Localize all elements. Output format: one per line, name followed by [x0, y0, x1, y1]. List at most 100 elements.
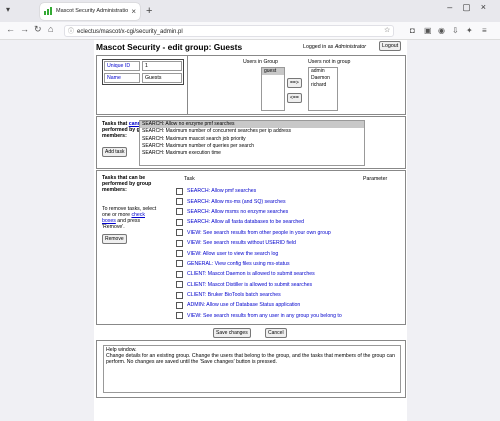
- task-checkbox[interactable]: [176, 250, 183, 258]
- list-item[interactable]: richard: [309, 82, 337, 89]
- task-link[interactable]: ADMIN: Allow use of Database Status appl…: [187, 302, 300, 308]
- list-item[interactable]: Daemon: [309, 75, 337, 82]
- users-in-group-label: Users in Group: [243, 59, 278, 65]
- browser-tab[interactable]: Mascot Security Administratio ×: [40, 3, 140, 20]
- puzzle-icon[interactable]: ✦: [466, 26, 473, 35]
- group-details-section: Unique ID 1 Name Guests Users in Group Use…: [96, 55, 406, 115]
- task-checkbox[interactable]: [176, 187, 183, 195]
- group-name-field[interactable]: Guests: [142, 73, 182, 83]
- window-controls[interactable]: –▢×: [447, 2, 496, 13]
- forward-icon[interactable]: →: [20, 24, 29, 34]
- task-checkbox[interactable]: [176, 281, 183, 289]
- reload-icon[interactable]: ↻: [34, 24, 42, 35]
- task-link[interactable]: SEARCH: Allow msms no enzyme searches: [187, 209, 288, 215]
- cancel-button[interactable]: Cancel: [265, 328, 287, 338]
- address-bar-row: ← → ↻ ⌂ ⓘ eclectus/mascot/x-cgi/security…: [0, 22, 500, 40]
- task-checkbox[interactable]: [176, 312, 183, 320]
- task-row: VIEW: See search results without USERID …: [176, 238, 396, 248]
- task-link[interactable]: VIEW: See search results without USERID …: [187, 240, 296, 246]
- name-label: Name: [104, 73, 140, 83]
- form-actions: Save changes Cancel: [96, 326, 406, 338]
- logged-in-status: Logged in as Administrator: [303, 44, 367, 50]
- task-link[interactable]: VIEW: See search results from any user i…: [187, 313, 342, 319]
- site-info-icon[interactable]: ⓘ: [68, 26, 74, 38]
- task-row: VIEW: Allow user to view the search log: [176, 248, 396, 258]
- users-in-group-list[interactable]: guest: [261, 67, 285, 111]
- logout-button[interactable]: Logout: [379, 41, 402, 51]
- home-icon[interactable]: ⌂: [48, 24, 53, 34]
- task-link[interactable]: SEARCH: Allow all fasta databases to be …: [187, 219, 304, 225]
- task-link[interactable]: VIEW: Allow user to view the search log: [187, 251, 278, 257]
- task-row: GENERAL: View config files using ms-stat…: [176, 259, 396, 269]
- task-link[interactable]: GENERAL: View config files using ms-stat…: [187, 261, 290, 267]
- tab-title: Mascot Security Administratio: [56, 8, 129, 14]
- logged-in-user: Administrator: [334, 44, 367, 50]
- task-checkbox[interactable]: [176, 208, 183, 216]
- back-icon[interactable]: ←: [6, 24, 15, 34]
- new-tab-icon[interactable]: +: [146, 3, 152, 20]
- can-tasks-list: SEARCH: Allow pmf searches SEARCH: Allow…: [176, 186, 396, 321]
- task-row: VIEW: See search results from any user i…: [176, 311, 396, 321]
- close-tab-icon[interactable]: ×: [131, 3, 136, 20]
- task-checkbox[interactable]: [176, 291, 183, 299]
- remove-help-text: To remove tasks, select one or more chec…: [102, 206, 157, 230]
- task-checkbox[interactable]: [176, 239, 183, 247]
- unique-id-label: Unique ID: [104, 61, 140, 71]
- list-item[interactable]: SEARCH: Allow no enzyme pmf searches: [140, 121, 364, 129]
- task-checkbox[interactable]: [176, 229, 183, 237]
- move-to-not-in-group-button[interactable]: ==>: [287, 78, 302, 88]
- users-not-in-group-list[interactable]: admin Daemon richard: [308, 67, 338, 111]
- task-link[interactable]: CLIENT: Mascot Daemon is allowed to subm…: [187, 271, 315, 277]
- bookmark-star-icon[interactable]: ☆: [384, 26, 390, 34]
- can-tasks-title: Tasks that can be performed by group mem…: [102, 175, 152, 193]
- help-section: Help window. Change details for an exist…: [96, 340, 406, 398]
- browser-tab-bar: ▾ Mascot Security Administratio × + –▢×: [0, 0, 500, 22]
- task-link[interactable]: SEARCH: Allow ms-ms (and SQ) searches: [187, 199, 286, 205]
- list-item[interactable]: SEARCH: Maximum number of queries per se…: [140, 143, 364, 150]
- save-changes-button[interactable]: Save changes: [213, 328, 251, 338]
- task-checkbox[interactable]: [176, 260, 183, 268]
- task-row: CLIENT: Mascot Distiller is allowed to s…: [176, 280, 396, 290]
- task-checkbox[interactable]: [176, 270, 183, 278]
- add-task-button[interactable]: Add task: [102, 147, 128, 157]
- remove-button[interactable]: Remove: [102, 234, 127, 244]
- unique-id-value: 1: [142, 61, 182, 71]
- page-header: Mascot Security - edit group: Guests Log…: [94, 40, 407, 55]
- task-row: SEARCH: Allow msms no enzyme searches: [176, 207, 396, 217]
- task-row: SEARCH: Allow all fasta databases to be …: [176, 217, 396, 227]
- cannot-tasks-list[interactable]: SEARCH: Allow no enzyme pmf searches SEA…: [139, 120, 365, 166]
- list-item[interactable]: admin: [309, 68, 337, 75]
- task-link[interactable]: SEARCH: Allow pmf searches: [187, 188, 256, 194]
- task-checkbox[interactable]: [176, 218, 183, 226]
- parameter-column-header: Parameter: [363, 176, 388, 182]
- move-to-in-group-button[interactable]: <==: [287, 93, 302, 103]
- account-icon[interactable]: ◉: [438, 26, 445, 35]
- list-item[interactable]: SEARCH: Maximum execution time: [140, 150, 364, 157]
- downloads-icon[interactable]: ⇩: [452, 26, 459, 35]
- menu-icon[interactable]: ≡: [482, 26, 487, 35]
- task-row: SEARCH: Allow ms-ms (and SQ) searches: [176, 196, 396, 206]
- section-divider: [187, 56, 188, 114]
- task-column-header: Task: [184, 176, 195, 182]
- task-checkbox[interactable]: [176, 301, 183, 309]
- task-link[interactable]: CLIENT: Bruker BioTools batch searches: [187, 292, 281, 298]
- list-item[interactable]: SEARCH: Maximum number of concurrent sea…: [140, 128, 364, 135]
- list-item[interactable]: SEARCH: Maximum mascot search job priori…: [140, 136, 364, 143]
- task-row: SEARCH: Allow pmf searches: [176, 186, 396, 196]
- list-item[interactable]: guest: [262, 68, 284, 75]
- mascot-favicon-icon: [44, 7, 52, 15]
- tab-list-icon[interactable]: ▾: [6, 5, 10, 14]
- task-row: VIEW: See search results from other peop…: [176, 228, 396, 238]
- pocket-icon[interactable]: ◘: [410, 26, 415, 35]
- can-tasks-section: Tasks that can be performed by group mem…: [96, 170, 406, 325]
- cannot-tasks-section: Tasks that cannot be performed by group …: [96, 116, 406, 169]
- extensions-icon[interactable]: ▣: [424, 26, 432, 35]
- task-checkbox[interactable]: [176, 198, 183, 206]
- task-row: CLIENT: Mascot Daemon is allowed to subm…: [176, 269, 396, 279]
- url-field[interactable]: ⓘ eclectus/mascot/x-cgi/security_admin.p…: [64, 25, 394, 37]
- task-link[interactable]: VIEW: See search results from other peop…: [187, 230, 331, 236]
- page-content: Mascot Security - edit group: Guests Log…: [94, 40, 407, 421]
- help-textarea[interactable]: Help window. Change details for an exist…: [103, 345, 401, 393]
- task-link[interactable]: CLIENT: Mascot Distiller is allowed to s…: [187, 282, 312, 288]
- task-row: CLIENT: Bruker BioTools batch searches: [176, 290, 396, 300]
